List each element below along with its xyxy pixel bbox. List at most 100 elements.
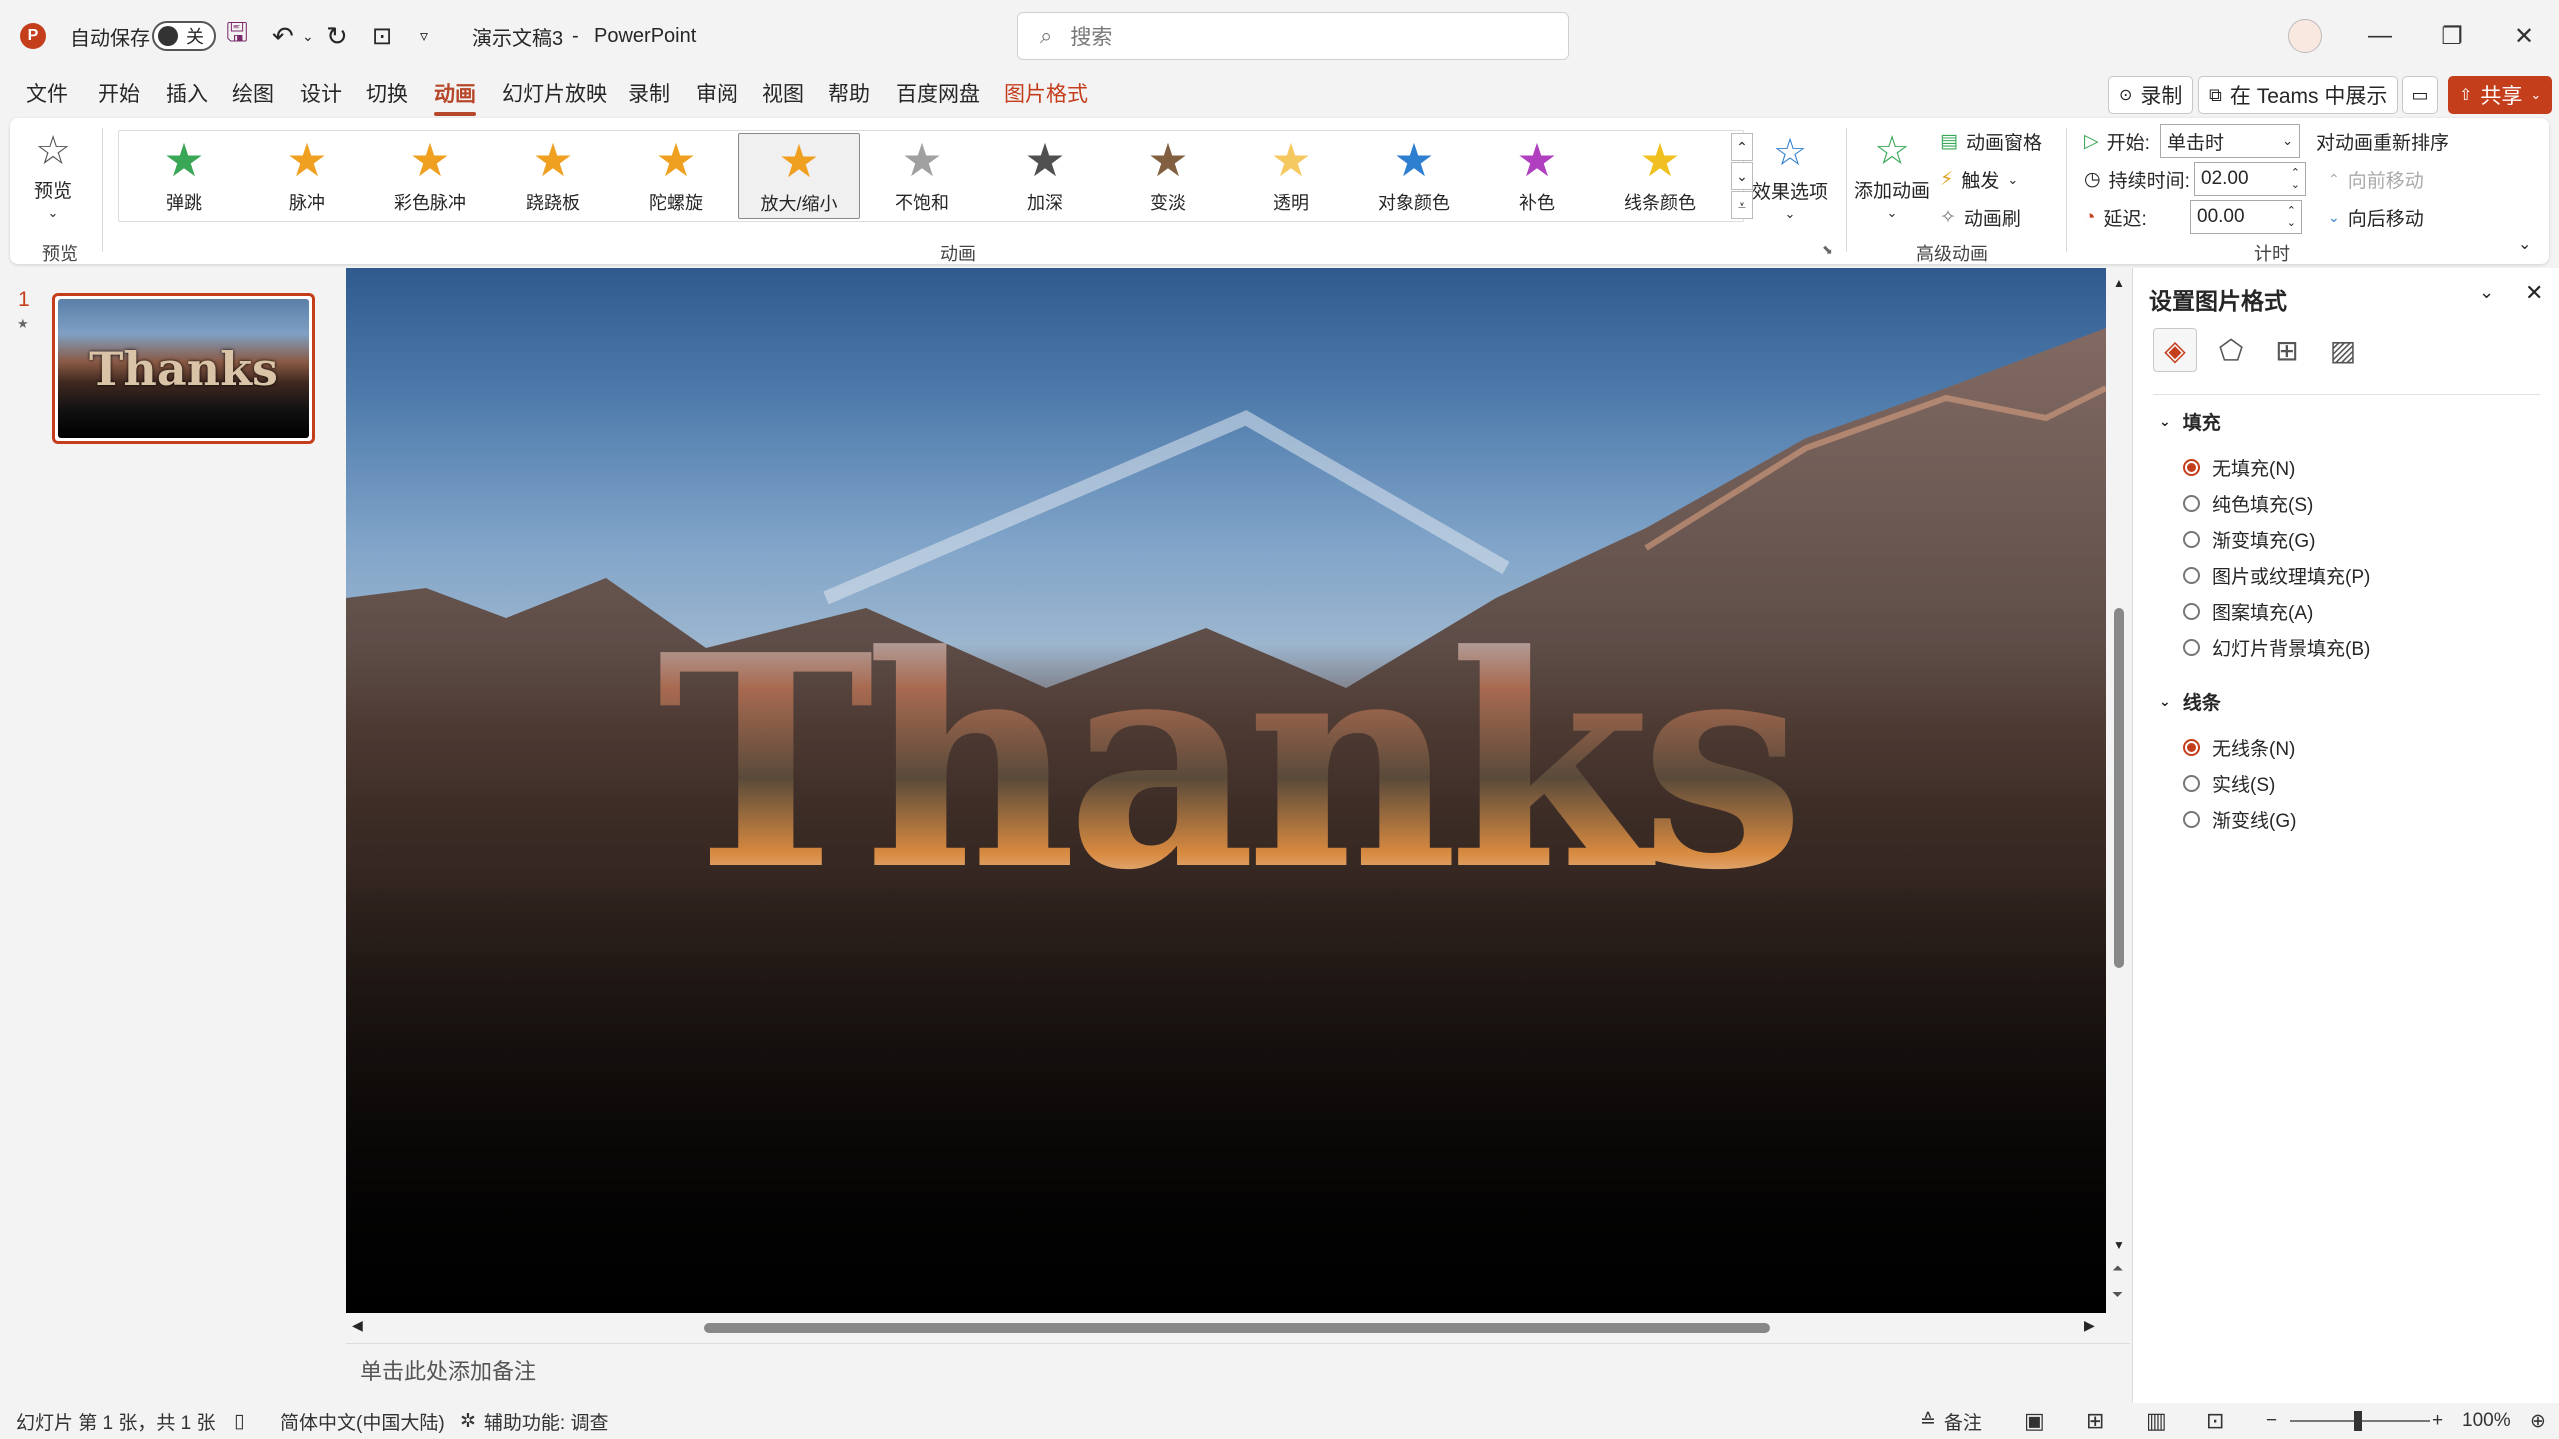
- zoom-out-icon[interactable]: −: [2266, 1403, 2277, 1439]
- comments-button[interactable]: ▭: [2402, 76, 2438, 114]
- menu-animations[interactable]: 动画: [434, 72, 476, 118]
- add-animation-button[interactable]: ☆ 添加动画 ⌄: [1854, 128, 1930, 221]
- customize-toolbar-icon[interactable]: ▿: [420, 0, 428, 72]
- radio-button[interactable]: [2183, 775, 2200, 792]
- fit-to-window-icon[interactable]: ⊕: [2530, 1403, 2546, 1439]
- line-option[interactable]: 实线(S): [2183, 770, 2275, 797]
- pane-close-icon[interactable]: ✕: [2525, 280, 2543, 306]
- move-earlier-button[interactable]: ⌃ 向前移动: [2328, 166, 2424, 193]
- animation-option[interactable]: ★ 脉冲: [246, 133, 368, 219]
- language-indicator[interactable]: 简体中文(中国大陆): [280, 1403, 445, 1439]
- animation-option[interactable]: ★ 线条颜色: [1599, 133, 1721, 219]
- share-button[interactable]: ⇧ 共享 ⌄: [2448, 76, 2553, 114]
- record-button[interactable]: ⊙ 录制: [2108, 76, 2194, 114]
- menu-record[interactable]: 录制: [628, 72, 670, 118]
- autosave-toggle[interactable]: 关: [152, 0, 216, 72]
- gallery-down-icon[interactable]: ⌄: [1731, 162, 1753, 190]
- slide-title-text[interactable]: Thanks: [346, 613, 2106, 913]
- scroll-down-icon[interactable]: ▼: [2113, 1238, 2125, 1252]
- radio-button[interactable]: [2183, 495, 2200, 512]
- slide-canvas[interactable]: Thanks: [346, 268, 2106, 1313]
- scroll-left-icon[interactable]: ◀: [352, 1317, 363, 1334]
- close-icon[interactable]: ✕: [2488, 0, 2559, 72]
- slideshow-view-icon[interactable]: ⊡: [2206, 1403, 2224, 1439]
- search-box[interactable]: ⌕ 搜索: [1017, 12, 1569, 60]
- undo-dropdown-icon[interactable]: ⌄: [302, 0, 314, 72]
- menu-review[interactable]: 审阅: [696, 72, 738, 118]
- animation-option[interactable]: ★ 彩色脉冲: [369, 133, 491, 219]
- move-later-button[interactable]: ⌄ 向后移动: [2328, 204, 2424, 231]
- line-section-header[interactable]: ⌄ 线条: [2159, 688, 2221, 715]
- menu-design[interactable]: 设计: [300, 72, 342, 118]
- radio-button[interactable]: [2183, 603, 2200, 620]
- fill-option[interactable]: 图案填充(A): [2183, 598, 2313, 625]
- line-option[interactable]: 无线条(N): [2183, 734, 2295, 761]
- radio-button[interactable]: [2183, 459, 2200, 476]
- menu-transitions[interactable]: 切换: [366, 72, 408, 118]
- animation-option[interactable]: ★ 放大/缩小: [738, 133, 860, 219]
- menu-view[interactable]: 视图: [762, 72, 804, 118]
- animation-option[interactable]: ★ 陀螺旋: [615, 133, 737, 219]
- animation-option[interactable]: ★ 补色: [1476, 133, 1598, 219]
- animation-option[interactable]: ★ 变淡: [1107, 133, 1229, 219]
- radio-button[interactable]: [2183, 639, 2200, 656]
- avatar[interactable]: [2288, 0, 2322, 72]
- radio-button[interactable]: [2183, 567, 2200, 584]
- picture-tab-icon[interactable]: ▨: [2321, 328, 2365, 372]
- gallery-more-icon[interactable]: ⩡: [1731, 191, 1753, 219]
- fill-option[interactable]: 幻灯片背景填充(B): [2183, 634, 2370, 661]
- zoom-level[interactable]: 100%: [2462, 1403, 2511, 1439]
- normal-view-icon[interactable]: ▣: [2024, 1403, 2045, 1439]
- slide-thumbnail[interactable]: Thanks: [52, 293, 315, 444]
- effects-tab-icon[interactable]: ⬠: [2209, 328, 2253, 372]
- accessibility-button[interactable]: ✲ 辅助功能: 调查: [460, 1403, 608, 1439]
- dialog-launcher-icon[interactable]: ⬊: [1822, 242, 1833, 258]
- collapse-ribbon-icon[interactable]: ⌄: [2518, 234, 2531, 254]
- slide-sorter-icon[interactable]: ⊞: [2086, 1403, 2104, 1439]
- save-icon[interactable]: 🖫: [226, 0, 248, 72]
- previous-slide-icon[interactable]: ⏶: [2112, 1260, 2123, 1277]
- animation-option[interactable]: ★ 透明: [1230, 133, 1352, 219]
- menu-file[interactable]: 文件: [26, 72, 68, 118]
- fill-option[interactable]: 纯色填充(S): [2183, 490, 2313, 517]
- teams-present-button[interactable]: ⧉ 在 Teams 中展示: [2198, 76, 2399, 114]
- menu-home[interactable]: 开始: [98, 72, 140, 118]
- next-slide-icon[interactable]: ⏷: [2112, 1286, 2123, 1303]
- spelling-icon[interactable]: ▯: [234, 1403, 244, 1439]
- animation-option[interactable]: ★ 加深: [984, 133, 1106, 219]
- fill-option[interactable]: 渐变填充(G): [2183, 526, 2315, 553]
- fill-line-tab-icon[interactable]: ◈: [2153, 328, 2197, 372]
- menu-baidu[interactable]: 百度网盘: [896, 72, 980, 118]
- preview-button[interactable]: ☆ 预览 ⌄: [34, 128, 72, 221]
- zoom-slider[interactable]: [2290, 1403, 2430, 1439]
- delay-input[interactable]: 00.00 ⌃ ⌄: [2190, 200, 2302, 234]
- menu-insert[interactable]: 插入: [166, 72, 208, 118]
- animation-option[interactable]: ★ 不饱和: [861, 133, 983, 219]
- scroll-right-icon[interactable]: ▶: [2084, 1317, 2095, 1334]
- reading-view-icon[interactable]: ▥: [2146, 1403, 2167, 1439]
- fill-option[interactable]: 图片或纹理填充(P): [2183, 562, 2370, 589]
- gallery-up-icon[interactable]: ⌃: [1731, 133, 1753, 161]
- radio-button[interactable]: [2183, 811, 2200, 828]
- radio-button[interactable]: [2183, 739, 2200, 756]
- start-select[interactable]: 单击时 ⌄: [2160, 124, 2300, 158]
- line-option[interactable]: 渐变线(G): [2183, 806, 2296, 833]
- scroll-up-icon[interactable]: ▲: [2113, 276, 2125, 290]
- animation-option[interactable]: ★ 弹跳: [123, 133, 245, 219]
- redo-icon[interactable]: ↻: [326, 0, 348, 72]
- fill-option[interactable]: 无填充(N): [2183, 454, 2295, 481]
- zoom-slider-thumb[interactable]: [2354, 1411, 2362, 1431]
- restore-icon[interactable]: ❐: [2416, 0, 2488, 72]
- animation-option[interactable]: ★ 跷跷板: [492, 133, 614, 219]
- notes-toggle-button[interactable]: ≙ 备注: [1920, 1403, 1982, 1439]
- trigger-button[interactable]: ⚡ 触发 ⌄: [1940, 166, 2018, 193]
- present-icon[interactable]: ⊡: [372, 0, 392, 72]
- notes-area[interactable]: 单击此处添加备注: [346, 1343, 2130, 1403]
- horizontal-scroll-thumb[interactable]: [704, 1323, 1770, 1333]
- size-properties-tab-icon[interactable]: ⊞: [2265, 328, 2309, 372]
- minimize-icon[interactable]: —: [2344, 0, 2416, 72]
- effect-options-button[interactable]: ☆ 效果选项 ⌄: [1752, 130, 1828, 222]
- pane-options-icon[interactable]: ⌄: [2479, 282, 2494, 303]
- vertical-scrollbar[interactable]: ▲ ▼ ⏶ ⏷: [2108, 268, 2130, 1313]
- animation-option[interactable]: ★ 对象颜色: [1353, 133, 1475, 219]
